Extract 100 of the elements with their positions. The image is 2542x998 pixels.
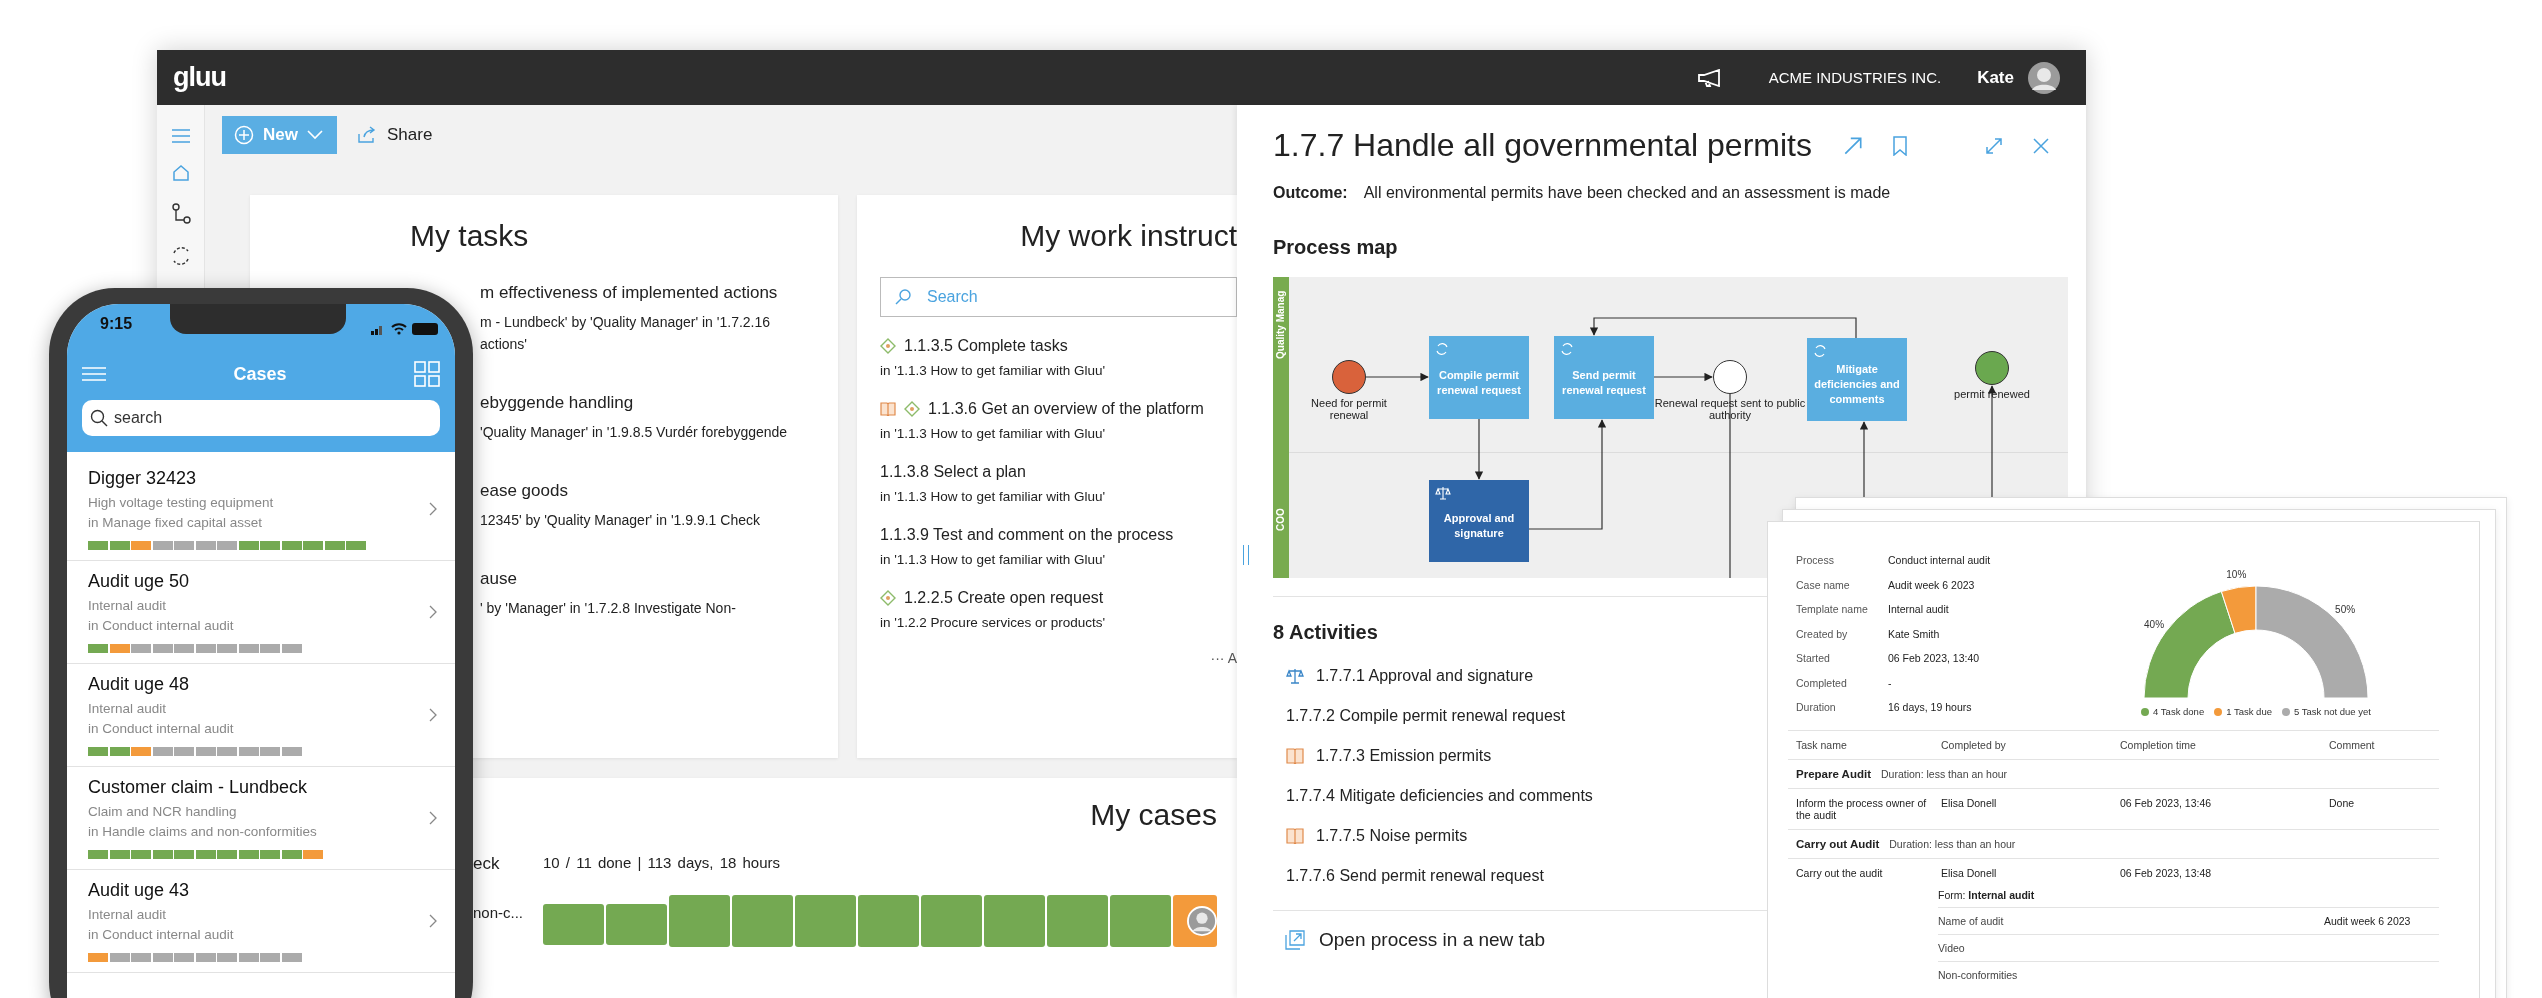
activity-link[interactable]: 1.7.7.2 Compile permit renewal request (1286, 707, 1566, 725)
field-label: Created by (1796, 627, 1849, 640)
card-title: My cases (1090, 798, 1217, 832)
task-title[interactable]: ause (480, 569, 838, 589)
form-field-label: Name of audit (1938, 914, 2005, 927)
instruction-title[interactable]: 1.1.3.5 Complete tasks (904, 337, 1068, 355)
field-label: Process (1796, 554, 1835, 567)
case-subtitle: High voltage testing equipment (88, 494, 275, 512)
field-label: Template name (1796, 603, 1869, 616)
group-title: Carry out Audit (1796, 837, 1880, 850)
resize-handle[interactable] (1243, 545, 1249, 565)
outcome-label: Outcome: (1273, 184, 1348, 202)
book-icon (880, 402, 896, 416)
menu-icon[interactable] (170, 129, 191, 143)
flow-icon[interactable] (170, 203, 191, 225)
activity-link[interactable]: 1.7.7.6 Send permit renewal request (1286, 867, 1544, 885)
search-icon (90, 409, 108, 427)
data-label: 40% (2144, 618, 2165, 630)
table-cell-text: Elisa Donell (1941, 866, 1998, 879)
task-detail: 'Quality Manager' in '1.9.8.5 Vurdér forebyggende (480, 423, 789, 442)
case-title: Audit uge 48 (88, 674, 191, 695)
case-list-item[interactable]: Digger 32423 High voltage testing equipment in Manage fixed capital asset (67, 458, 455, 561)
case-list-item[interactable]: Audit uge 50 Internal audit in Conduct internal audit (67, 561, 455, 664)
task-detail: m - Lundbeck' by 'Quality Manager' in '1.7.2.16 (480, 313, 772, 332)
status-time: 9:15 (100, 315, 133, 333)
activity-link[interactable]: 1.7.7.5 Noise permits (1316, 827, 1468, 845)
book-icon (1286, 748, 1304, 764)
case-title: Customer claim - Lundbeck (88, 777, 309, 798)
case-process: in Conduct internal audit (88, 720, 235, 738)
case-list-item[interactable]: Audit uge 48 Internal audit in Conduct internal audit (67, 664, 455, 767)
case-list-item[interactable]: Customer claim - Lundbeck Claim and NCR handling in Handle claims and non-conformities (67, 767, 455, 870)
plus-icon (234, 125, 254, 145)
instruction-location: in '1.1.3 How to get familiar with Gluu' (880, 552, 1106, 567)
avatar[interactable] (2028, 61, 2060, 94)
process-event[interactable] (1713, 360, 1747, 394)
more-link[interactable]: ··· A (1210, 650, 1237, 666)
table-cell-text: 06 Feb 2023, 13:46 (2120, 796, 2213, 811)
instruction-title[interactable]: 1.1.3.6 Get an overview of the platform (928, 400, 1204, 418)
instruction-location: in '1.1.3 How to get familiar with Gluu' (880, 363, 1106, 378)
legend-label: 4 Task done (2153, 706, 2205, 717)
instruction-location: in '1.1.3 How to get familiar with Gluu' (880, 426, 1106, 441)
field-value: 16 days, 19 hours (1888, 701, 1972, 714)
user-name[interactable]: Kate (1977, 67, 2014, 88)
group-duration: Duration: less than an hour (1881, 767, 2008, 780)
task-detail: actions' (480, 335, 529, 354)
instruction-title[interactable]: 1.1.3.9 Test and comment on the process (880, 526, 1174, 544)
form-field-label: Non-conformities (1938, 968, 2019, 981)
home-icon[interactable] (170, 163, 191, 183)
battery-icon (412, 323, 438, 335)
case-title: Audit uge 43 (88, 880, 191, 901)
legend-label: 1 Task due (2226, 706, 2272, 717)
chevron-icon (429, 914, 437, 928)
open-process-link[interactable]: Open process in a new tab (1319, 929, 1546, 951)
bookmark-icon[interactable] (1891, 135, 1908, 156)
field-label: Duration (1796, 701, 1837, 714)
scales-icon (1435, 486, 1451, 500)
case-name[interactable]: eck (473, 854, 543, 874)
logo[interactable]: gluu (173, 62, 226, 93)
case-process: in Manage fixed capital asset (88, 514, 264, 532)
field-value: - (1888, 676, 1892, 689)
grid-icon[interactable] (414, 361, 440, 387)
event-label: Renewal request sent to public authority (1653, 397, 1807, 421)
case-list-item[interactable]: Audit uge 43 Internal audit in Conduct internal audit (67, 870, 455, 973)
process-event[interactable] (1975, 351, 2009, 385)
diamond-icon (904, 401, 920, 417)
legend-label: 5 Task not due yet (2293, 706, 2371, 717)
section-heading: Process map (1273, 236, 1399, 259)
task-title[interactable]: ease goods (480, 481, 838, 501)
share-button[interactable]: Share (350, 124, 439, 146)
instruction-title[interactable]: 1.1.3.8 Select a plan (880, 463, 1026, 481)
expand-icon[interactable] (1984, 135, 2004, 156)
table-cell-text: Done (2329, 796, 2355, 811)
section-heading: 8 Activities (1273, 621, 1378, 644)
search-field[interactable]: Search (880, 277, 1237, 317)
case-process: in Conduct internal audit (88, 926, 235, 944)
caret-icon (306, 130, 323, 140)
table-cell-text: Elisa Donell (1941, 796, 1998, 811)
task-title[interactable]: ebyggende handling (480, 393, 838, 413)
task-title[interactable]: m effectiveness of implemented actions (480, 283, 838, 303)
process-event[interactable] (1332, 360, 1366, 394)
event-label: Need for permit renewal (1310, 397, 1388, 421)
diamond-icon (880, 338, 896, 354)
chevron-icon (429, 811, 437, 825)
instruction-title[interactable]: 1.2.2.5 Create open request (904, 589, 1104, 607)
field-label: Started (1796, 652, 1831, 665)
connector (1474, 418, 1484, 480)
company-name: ACME INDUSTRIES INC. (1768, 69, 1942, 86)
form-field-value: Audit week 6 2023 (2324, 914, 2411, 927)
column-header: Comment (2329, 738, 2375, 751)
activity-link[interactable]: 1.7.7.4 Mitigate deficiencies and comments (1286, 787, 1593, 805)
case-process: in Conduct internal audit (88, 617, 235, 635)
case-subtitle: Internal audit (88, 597, 168, 615)
activity-link[interactable]: 1.7.7.3 Emission permits (1316, 747, 1492, 765)
close-icon[interactable] (2032, 136, 2050, 155)
search-field[interactable]: search (82, 400, 440, 436)
table-cell-text: Carry out the audit (1796, 866, 1884, 879)
connector (1365, 372, 1429, 382)
connector (1653, 372, 1713, 382)
activity-link[interactable]: 1.7.7.1 Approval and signature (1316, 667, 1534, 685)
loop-icon (1560, 342, 1574, 356)
